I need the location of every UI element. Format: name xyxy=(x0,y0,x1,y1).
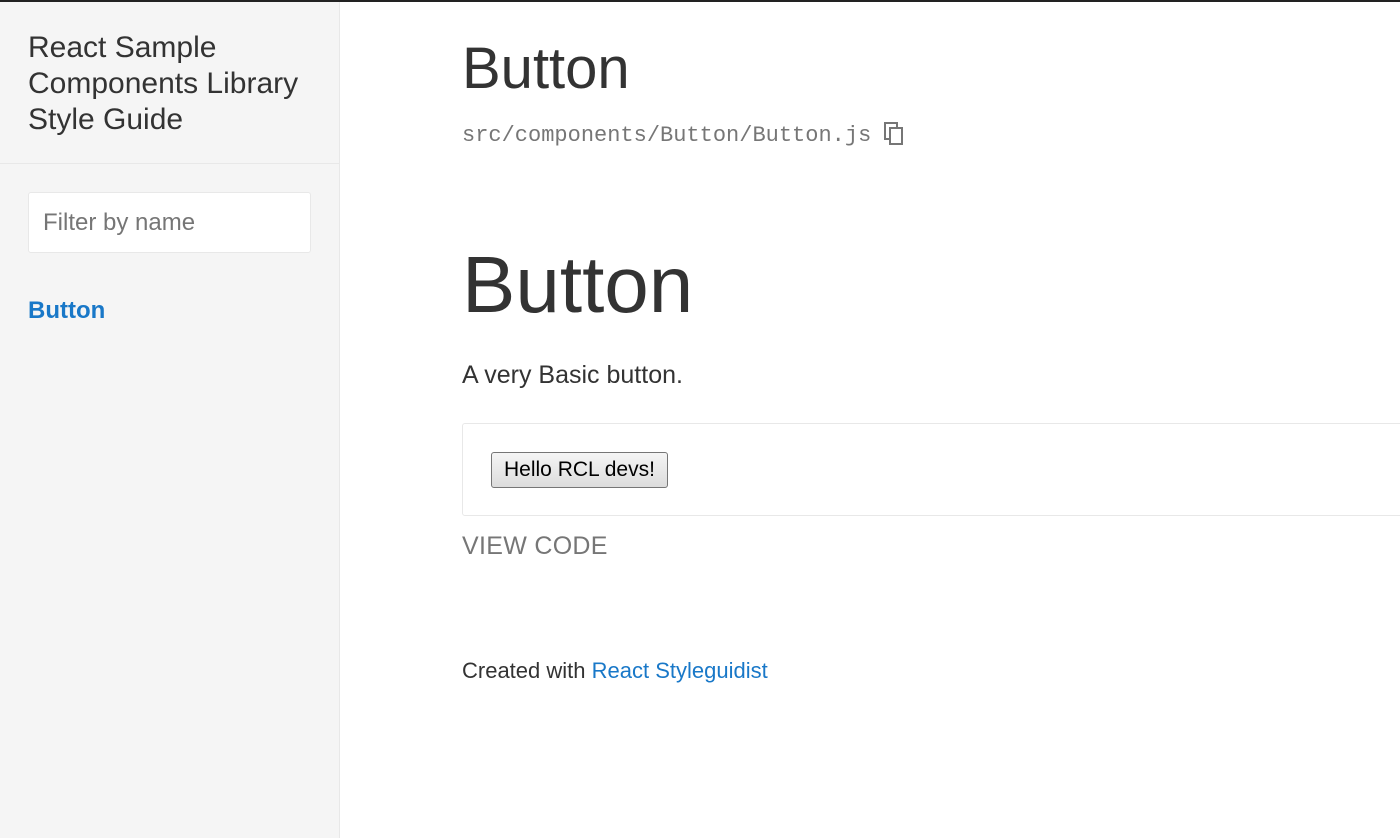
footer-text: Created with xyxy=(462,658,592,683)
footer: Created with React Styleguidist xyxy=(462,658,768,684)
sidebar-header: React Sample Components Library Style Gu… xyxy=(0,2,339,164)
file-path-row: src/components/Button/Button.js xyxy=(462,120,905,150)
file-path: src/components/Button/Button.js xyxy=(462,122,872,148)
sidebar: React Sample Components Library Style Gu… xyxy=(0,2,340,838)
main-content: Button src/components/Button/Button.js B… xyxy=(462,2,1400,838)
styleguide-title[interactable]: React Sample Components Library Style Gu… xyxy=(28,30,311,138)
component-title[interactable]: Button xyxy=(462,240,693,330)
demo-button[interactable]: Hello RCL devs! xyxy=(491,452,668,488)
sidebar-item-button[interactable]: Button xyxy=(28,297,105,325)
copy-icon[interactable] xyxy=(883,122,905,148)
styleguidist-link[interactable]: React Styleguidist xyxy=(592,658,768,683)
page-title[interactable]: Button xyxy=(462,36,630,102)
view-code-button[interactable]: VIEW CODE xyxy=(462,532,608,561)
filter-input[interactable] xyxy=(28,192,311,253)
component-nav: Button xyxy=(0,253,339,325)
component-description: A very Basic button. xyxy=(462,361,683,389)
filter-wrapper xyxy=(0,164,339,253)
example-preview: Hello RCL devs! xyxy=(462,423,1400,516)
